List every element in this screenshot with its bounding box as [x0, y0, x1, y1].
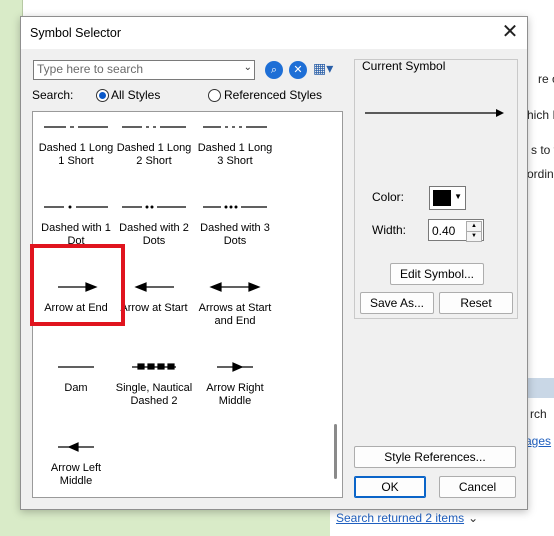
symbol-preview: [122, 205, 186, 209]
view-options-icon[interactable]: ▦▾: [313, 60, 333, 77]
edit-symbol-button[interactable]: Edit Symbol...: [390, 263, 484, 285]
symbol-caption: Single, Nautical Dashed 2: [115, 382, 193, 407]
search-placeholder: Type here to search: [37, 62, 144, 76]
symbol-item[interactable]: Single, Nautical Dashed 2: [114, 344, 194, 414]
symbol-preview: [209, 282, 261, 292]
symbol-preview: [203, 126, 267, 128]
symbol-item[interactable]: Arrow Left Middle: [36, 424, 116, 494]
symbol-caption: Arrow Left Middle: [50, 462, 102, 487]
all-styles-label[interactable]: All Styles: [111, 88, 160, 102]
symbol-preview: [132, 363, 176, 370]
cancel-button[interactable]: Cancel: [439, 476, 516, 498]
symbol-item[interactable]: Dam: [36, 344, 116, 414]
symbol-item[interactable]: Dashed with 3 Dots: [195, 184, 275, 254]
symbol-caption: Dam: [64, 382, 88, 394]
decrement-icon[interactable]: ▼: [466, 231, 482, 242]
symbol-caption: Dashed 1 Long 3 Short: [197, 142, 273, 167]
referenced-styles-label[interactable]: Referenced Styles: [224, 88, 322, 102]
referenced-styles-radio[interactable]: [208, 89, 221, 102]
color-label: Color:: [372, 190, 405, 204]
symbol-preview: [203, 205, 267, 209]
chevron-down-icon: ▼: [454, 192, 462, 201]
width-label: Width:: [372, 223, 407, 237]
symbol-preview: [134, 282, 174, 292]
background-text-1: re or: [538, 72, 554, 86]
symbol-caption: Arrows at Start and End: [198, 302, 272, 327]
symbol-item[interactable]: Dashed 1 Long 2 Short: [114, 112, 194, 174]
symbol-caption: Dashed with 2 Dots: [119, 222, 189, 247]
symbol-selector-dialog: Symbol Selector ✕ Type here to search ⌄ …: [20, 16, 528, 510]
width-stepper[interactable]: 0.40 ▲ ▼: [428, 219, 484, 242]
symbol-caption: Dashed 1 Long 2 Short: [116, 142, 192, 167]
search-icon[interactable]: ⌕: [265, 61, 283, 79]
symbol-item[interactable]: Arrows at Start and End: [195, 264, 275, 334]
chevron-down-icon: ⌄: [468, 511, 479, 525]
current-symbol-preview: [365, 109, 504, 117]
style-references-button[interactable]: Style References...: [354, 446, 516, 468]
background-search-text: rch: [530, 407, 547, 421]
search-results-link[interactable]: Search returned 2 items ⌄: [336, 511, 478, 525]
width-value[interactable]: 0.40: [432, 224, 455, 238]
symbol-item[interactable]: Dashed with 2 Dots: [114, 184, 194, 254]
color-picker[interactable]: ▼: [429, 186, 466, 210]
background-text-4: ordin: [527, 167, 554, 181]
symbol-item[interactable]: Dashed 1 Long 1 Short: [36, 112, 116, 174]
close-icon[interactable]: ✕: [493, 17, 527, 49]
symbol-caption: Dashed with 3 Dots: [200, 222, 270, 247]
background-text-3: s to t: [531, 143, 554, 157]
search-results-label[interactable]: Search returned 2 items: [336, 511, 464, 525]
selected-symbol-highlight: [30, 244, 125, 326]
symbol-preview: [44, 126, 108, 128]
symbol-item[interactable]: Arrow Right Middle: [195, 344, 275, 414]
symbol-item[interactable]: Arrow at Start: [114, 264, 194, 334]
color-swatch: [433, 190, 451, 206]
symbol-preview: [58, 366, 94, 368]
reset-button[interactable]: Reset: [439, 292, 513, 314]
symbol-preview: [44, 205, 108, 209]
search-scope-label: Search:: [32, 88, 74, 102]
map-background-bottom: [0, 506, 330, 536]
save-as-button[interactable]: Save As...: [360, 292, 434, 314]
ok-button[interactable]: OK: [354, 476, 426, 498]
chevron-down-icon[interactable]: ⌄: [244, 62, 252, 73]
all-styles-radio[interactable]: [96, 89, 109, 102]
symbol-caption: Arrow Right Middle: [206, 382, 264, 407]
background-text-2: hich I: [527, 108, 554, 122]
symbol-preview: [122, 126, 186, 128]
clear-search-icon[interactable]: ✕: [289, 61, 307, 79]
background-link[interactable]: ages: [525, 434, 551, 448]
list-scrollbar[interactable]: [334, 112, 338, 497]
symbol-caption: Dashed 1 Long 1 Short: [38, 142, 114, 167]
symbol-item[interactable]: Dashed 1 Long 3 Short: [195, 112, 275, 174]
symbol-preview: [58, 442, 94, 452]
symbol-caption: Arrow at Start: [120, 302, 188, 314]
symbol-preview: [217, 362, 253, 372]
search-input[interactable]: Type here to search ⌄: [33, 60, 255, 80]
dialog-title: Symbol Selector: [30, 26, 122, 40]
scrollbar-thumb[interactable]: [334, 424, 337, 479]
title-bar: Symbol Selector ✕: [21, 17, 527, 49]
